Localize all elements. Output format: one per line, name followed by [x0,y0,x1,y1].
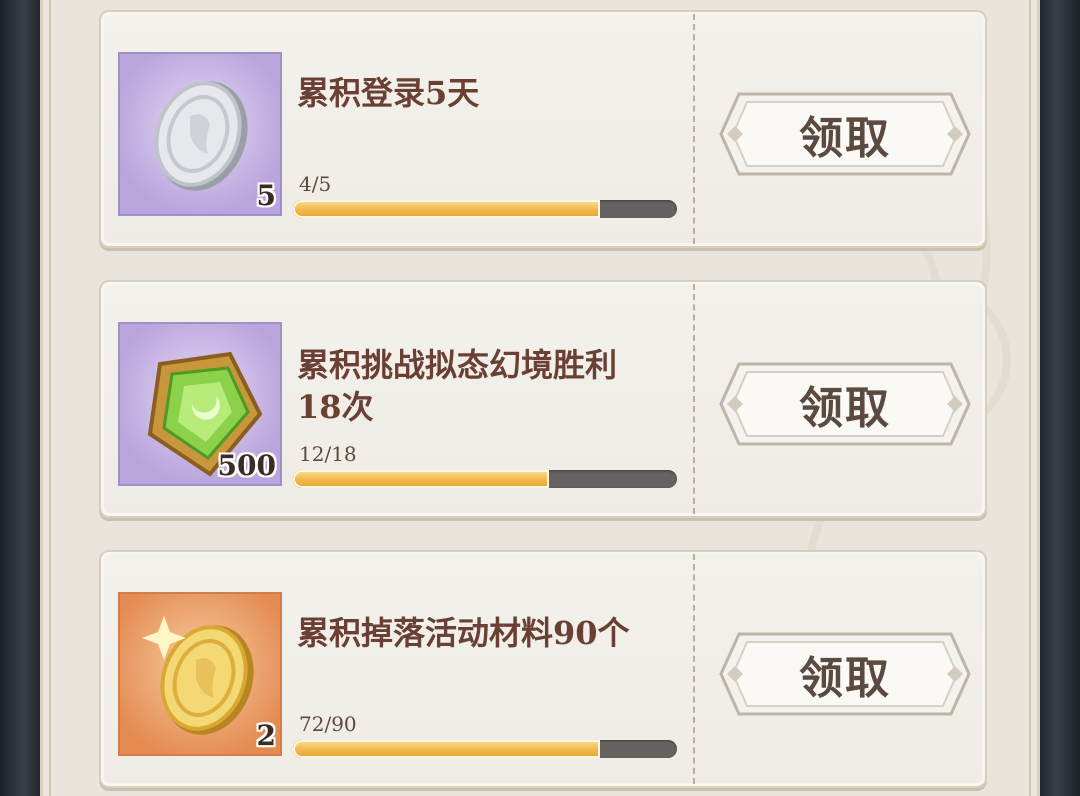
claim-button[interactable]: 领取 [717,360,973,448]
task-card: 2 累积掉落活动材料90个 72/90 领取 [99,550,987,788]
reward-quantity: 500 [217,449,276,482]
reward-slot[interactable]: 5 [118,52,282,216]
card-divider [693,14,695,244]
progress-bar [293,740,677,758]
progress-count: 72/90 [299,712,357,736]
reward-slot[interactable]: 2 [118,592,282,756]
task-card: 500 累积挑战拟态幻境胜利 18次 12/18 领取 [99,280,987,518]
claim-button[interactable]: 领取 [717,630,973,718]
progress-bar-fill [293,470,550,488]
card-divider [693,554,695,784]
card-divider [693,284,695,514]
progress-bar [293,470,677,488]
task-list-panel[interactable]: 5 累积登录5天 4/5 领取 500 累积挑战拟态幻境胜利 18次 12/18… [40,0,1040,796]
claim-button[interactable]: 领取 [717,90,973,178]
window-frame-left [0,0,40,796]
window-frame-right [1040,0,1080,796]
claim-button-label: 领取 [799,653,891,704]
panel-border-line [49,0,51,796]
task-card: 5 累积登录5天 4/5 领取 [99,10,987,248]
reward-quantity: 5 [256,179,276,212]
claim-button-label: 领取 [799,383,891,434]
claim-button-label: 领取 [799,113,891,164]
progress-count: 12/18 [299,442,357,466]
reward-slot[interactable]: 500 [118,322,282,486]
progress-bar [293,200,677,218]
reward-quantity: 2 [256,719,276,752]
task-title: 累积掉落活动材料90个 [297,614,630,652]
progress-bar-fill [293,740,601,758]
progress-bar-fill [293,200,601,218]
task-title: 累积挑战拟态幻境胜利 18次 [297,346,618,426]
task-title: 累积登录5天 [297,74,480,112]
progress-count: 4/5 [299,172,332,196]
